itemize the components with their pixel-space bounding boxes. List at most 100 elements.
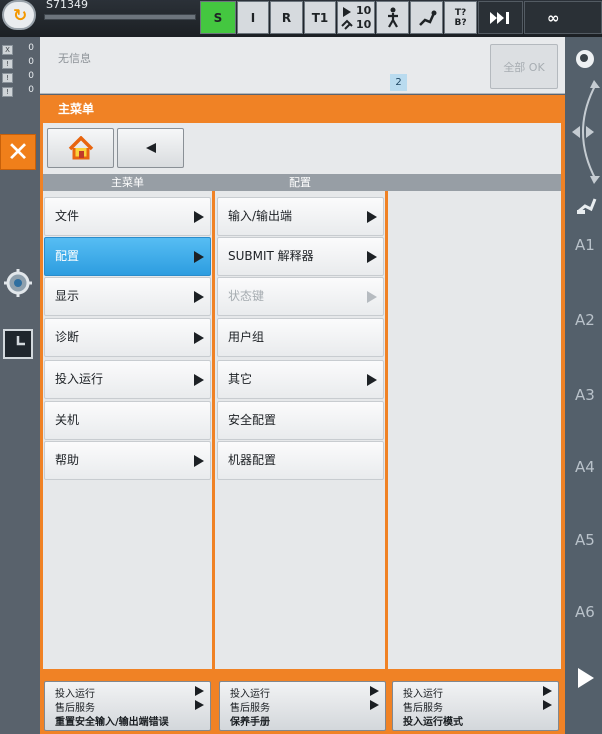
axis-label-a4[interactable]: A4: [575, 458, 602, 476]
shortcut-line: 售后服务: [55, 703, 95, 714]
empty-submenu-column: [388, 191, 561, 669]
axis-label-a1[interactable]: A1: [575, 236, 602, 254]
submenu-item-label: 用户组: [228, 330, 265, 344]
axis-label-a6[interactable]: A6: [575, 603, 602, 621]
drive-state-button[interactable]: I: [237, 1, 269, 34]
override-icon: [341, 4, 353, 32]
menu-item-label: 文件: [55, 209, 80, 223]
submit-state-button[interactable]: S: [200, 1, 236, 34]
back-button[interactable]: [117, 128, 184, 168]
arrow-right-icon: [370, 686, 379, 696]
axis-label-a3[interactable]: A3: [575, 386, 602, 404]
shortcut-line: 售后服务: [403, 703, 443, 714]
submenu-item-status-keys: 状态键: [217, 277, 384, 316]
submenu-arrow-icon: [194, 374, 204, 386]
program-progress-bar: [44, 14, 196, 20]
axis-label-a2[interactable]: A2: [575, 311, 602, 329]
led-box: !: [2, 87, 13, 97]
led-value: 0: [28, 43, 34, 53]
override-jog-value: 10: [356, 18, 372, 31]
led-row: X0: [2, 43, 36, 56]
submenu-arrow-icon: [367, 251, 377, 263]
gear-icon[interactable]: [2, 267, 34, 299]
robot-tool-button[interactable]: [410, 1, 443, 34]
column-headers: 主菜单 配置: [43, 174, 561, 191]
submenu-arrow-icon: [194, 251, 204, 263]
jog-mode-button[interactable]: [376, 1, 409, 34]
tool-base-button[interactable]: T? B?: [444, 1, 477, 34]
clock-icon[interactable]: [2, 328, 34, 360]
menu-toolbar: [43, 123, 561, 174]
menu-item-label: 投入运行: [55, 372, 104, 386]
axis-label-a5[interactable]: A5: [575, 531, 602, 549]
home-button[interactable]: [47, 128, 114, 168]
close-menu-button[interactable]: ✕: [0, 134, 36, 170]
menu-item-display[interactable]: 显示: [44, 277, 211, 316]
play-icon[interactable]: [578, 668, 594, 688]
led-value: 0: [28, 57, 34, 67]
shortcut-maintenance-manual[interactable]: 投入运行 售后服务 保养手册: [219, 681, 386, 731]
shortcut-target: 重置安全输入/输出端错误: [55, 717, 169, 728]
submenu-item-label: 状态键: [228, 289, 265, 303]
menu-item-commissioning[interactable]: 投入运行: [44, 360, 211, 399]
jog-dial-icon[interactable]: [568, 78, 602, 186]
message-window[interactable]: 无信息 2 全部 OK: [40, 37, 565, 94]
fast-forward-icon: [489, 11, 509, 24]
message-count-badge[interactable]: 2: [390, 74, 407, 91]
menu-item-label: 诊断: [55, 330, 80, 344]
submenu-arrow-icon: [194, 455, 204, 467]
menu-item-label: 帮助: [55, 453, 80, 467]
menu-item-diagnosis[interactable]: 诊断: [44, 318, 211, 357]
led-row: ! 0: [2, 85, 36, 98]
run-state-button[interactable]: R: [270, 1, 303, 34]
shortcut-reset-safety-io[interactable]: 投入运行 售后服务 重置安全输入/输出端错误: [44, 681, 211, 731]
led-box: !: [2, 59, 13, 69]
mode-button[interactable]: T1: [304, 1, 336, 34]
speed-infinite-button[interactable]: ∞: [524, 1, 602, 34]
submenu-item-label: 机器配置: [228, 453, 277, 467]
submenu-item-label: SUBMIT 解释器: [228, 249, 314, 263]
robot-icon[interactable]: [576, 193, 598, 215]
override-button[interactable]: 10 10: [337, 1, 375, 34]
shortcut-target: 保养手册: [230, 717, 270, 728]
menu-item-label: 显示: [55, 289, 80, 303]
submenu-item-label: 输入/输出端: [228, 209, 293, 223]
program-name[interactable]: S71349: [46, 0, 88, 11]
home-icon: [68, 136, 93, 160]
submenu-arrow-icon: [367, 211, 377, 223]
menu-item-label: 配置: [55, 249, 80, 263]
submenu-arrow-icon: [367, 291, 377, 303]
led-value: 0: [28, 85, 34, 95]
kuka-logo-button[interactable]: ↻: [2, 0, 36, 30]
submenu-item-user-group[interactable]: 用户组: [217, 318, 384, 357]
shortcut-line: 售后服务: [230, 703, 270, 714]
submenu-arrow-icon: [194, 332, 204, 344]
shortcut-line: 投入运行: [230, 689, 270, 700]
arrow-right-icon: [370, 700, 379, 710]
shortcut-target: 投入运行模式: [403, 717, 463, 728]
shortcut-commissioning-mode[interactable]: 投入运行 售后服务 投入运行模式: [392, 681, 559, 731]
submenu-item-other[interactable]: 其它: [217, 360, 384, 399]
column-header-main: 主菜单: [111, 176, 144, 189]
submenu-item-safety-config[interactable]: 安全配置: [217, 401, 384, 440]
menu-item-file[interactable]: 文件: [44, 197, 211, 236]
menu-item-config[interactable]: 配置: [44, 237, 211, 276]
incremental-button[interactable]: [478, 1, 523, 34]
submenu-item-submit-interpreter[interactable]: SUBMIT 解释器: [217, 237, 384, 276]
submenu-item-machine-config[interactable]: 机器配置: [217, 441, 384, 480]
menu-item-shutdown[interactable]: 关机: [44, 401, 211, 440]
menu-title: 主菜单: [58, 102, 95, 116]
menu-item-help[interactable]: 帮助: [44, 441, 211, 480]
globe-icon[interactable]: [576, 50, 594, 68]
message-text: 无信息: [58, 52, 91, 65]
arrow-right-icon: [543, 686, 552, 696]
submenu-arrow-icon: [194, 211, 204, 223]
submenu-item-label: 安全配置: [228, 413, 277, 427]
acknowledge-all-button[interactable]: 全部 OK: [490, 44, 558, 89]
shortcut-line: 投入运行: [403, 689, 443, 700]
menu-item-label: 关机: [55, 413, 80, 427]
submenu-item-io[interactable]: 输入/输出端: [217, 197, 384, 236]
robot-arm-icon: [418, 10, 436, 26]
arrow-right-icon: [195, 700, 204, 710]
override-prog-value: 10: [356, 4, 372, 17]
